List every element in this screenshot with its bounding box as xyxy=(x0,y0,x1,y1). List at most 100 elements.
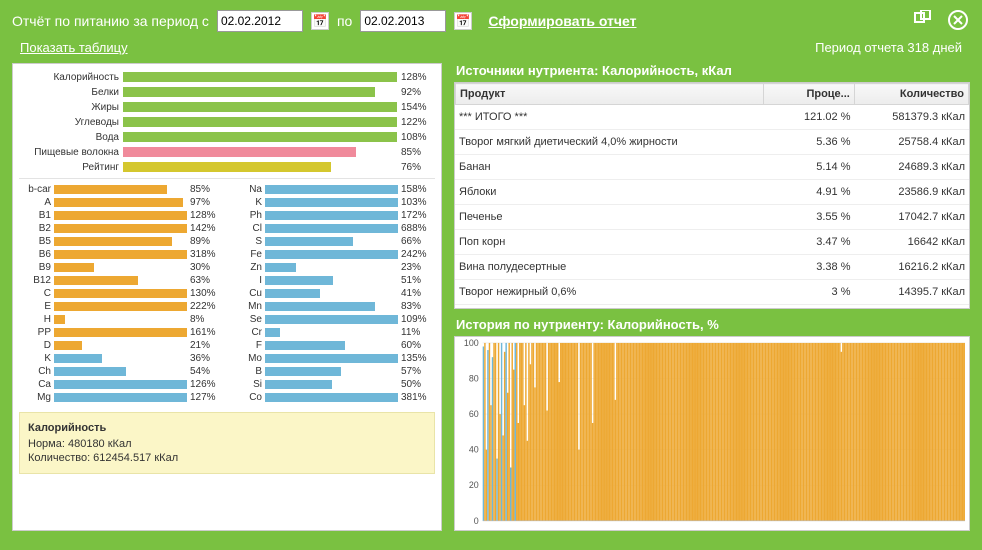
micro-bar-row[interactable]: Cu41% xyxy=(230,287,435,300)
micro-percent: 127% xyxy=(190,392,224,403)
summary-bar-row[interactable]: Жиры154% xyxy=(19,100,435,114)
show-table-link[interactable]: Показать таблицу xyxy=(20,40,128,55)
micro-label: Si xyxy=(230,379,265,390)
micro-fill xyxy=(54,380,187,389)
cell-percent: 121.02 % xyxy=(763,105,854,130)
micro-label: Co xyxy=(230,392,265,403)
micro-bar-row[interactable]: Cr11% xyxy=(230,326,435,339)
table-row[interactable]: Печенье3.55 %17042.7 кКал xyxy=(455,205,969,230)
micro-bar-row[interactable]: K103% xyxy=(230,196,435,209)
cell-qty: 17042.7 кКал xyxy=(855,205,970,230)
summary-bar-row[interactable]: Рейтинг76% xyxy=(19,160,435,174)
cell-product: Вина полудесертные xyxy=(455,255,763,280)
table-row[interactable]: Поп корн3.47 %16642 кКал xyxy=(455,230,969,255)
cell-qty: 581379.3 кКал xyxy=(855,105,970,130)
bar-percent: 122% xyxy=(401,117,435,128)
generate-report-link[interactable]: Сформировать отчет xyxy=(488,13,636,29)
micro-fill xyxy=(265,263,296,272)
micro-percent: 158% xyxy=(401,184,435,195)
date-range-to-label: по xyxy=(337,13,352,29)
info-title: Калорийность xyxy=(28,421,426,435)
micro-label: K xyxy=(230,197,265,208)
micro-bar-row[interactable]: B1263% xyxy=(19,274,224,287)
micro-bar-row[interactable]: B930% xyxy=(19,261,224,274)
micro-fill xyxy=(265,380,332,389)
micro-fill xyxy=(54,393,187,402)
micro-fill xyxy=(265,289,320,298)
micro-bar-row[interactable]: B2142% xyxy=(19,222,224,235)
micro-label: Ca xyxy=(19,379,54,390)
micro-percent: 54% xyxy=(190,366,224,377)
micro-bar-row[interactable]: Ca126% xyxy=(19,378,224,391)
micro-label: PP xyxy=(19,327,54,338)
table-row[interactable]: Банан5.14 %24689.3 кКал xyxy=(455,155,969,180)
cell-percent: 3 % xyxy=(763,280,854,305)
micro-bar-row[interactable]: F60% xyxy=(230,339,435,352)
micro-bar-row[interactable]: S66% xyxy=(230,235,435,248)
micro-label: Se xyxy=(230,314,265,325)
summary-bar-row[interactable]: Белки92% xyxy=(19,85,435,99)
table-row[interactable]: Вина полудесертные3.38 %16216.2 кКал xyxy=(455,255,969,280)
micro-label: Ph xyxy=(230,210,265,221)
micro-bar-row[interactable]: E222% xyxy=(19,300,224,313)
date-to-input[interactable] xyxy=(360,10,446,32)
bar-fill xyxy=(123,147,356,157)
micro-fill xyxy=(54,263,94,272)
micro-bar-row[interactable]: Si50% xyxy=(230,378,435,391)
summary-bar-row[interactable]: Вода108% xyxy=(19,130,435,144)
bar-percent: 85% xyxy=(401,147,435,158)
micro-bar-row[interactable]: PP161% xyxy=(19,326,224,339)
micro-bar-row[interactable]: A97% xyxy=(19,196,224,209)
micro-bar-row[interactable]: K36% xyxy=(19,352,224,365)
table-row[interactable]: *** ИТОГО ***121.02 %581379.3 кКал xyxy=(455,105,969,130)
micro-label: C xyxy=(19,288,54,299)
micro-bar-row[interactable]: B1128% xyxy=(19,209,224,222)
close-icon[interactable] xyxy=(948,10,968,30)
micro-label: B12 xyxy=(19,275,54,286)
micro-bar-row[interactable]: Cl688% xyxy=(230,222,435,235)
micro-bar-row[interactable]: B589% xyxy=(19,235,224,248)
summary-bar-row[interactable]: Калорийность128% xyxy=(19,70,435,84)
micro-bar-row[interactable]: D21% xyxy=(19,339,224,352)
table-row[interactable]: Творог нежирный 0,6%3 %14395.7 кКал xyxy=(455,280,969,305)
nutrient-info-box: Калорийность Норма: 480180 кКал Количест… xyxy=(19,412,435,474)
micro-fill xyxy=(54,198,183,207)
col-quantity[interactable]: Количество xyxy=(854,84,968,105)
cell-qty: 16216.2 кКал xyxy=(855,255,970,280)
micro-bar-row[interactable]: H8% xyxy=(19,313,224,326)
table-row[interactable]: Яблоки4.91 %23586.9 кКал xyxy=(455,180,969,205)
micro-bar-row[interactable]: B6318% xyxy=(19,248,224,261)
micro-bar-row[interactable]: Se109% xyxy=(230,313,435,326)
micro-bar-row[interactable]: I51% xyxy=(230,274,435,287)
micro-label: Cr xyxy=(230,327,265,338)
summary-bar-row[interactable]: Пищевые волокна85% xyxy=(19,145,435,159)
date-from-input[interactable] xyxy=(217,10,303,32)
calendar-to-icon[interactable]: 📅 xyxy=(454,12,472,30)
bar-percent: 108% xyxy=(401,132,435,143)
micro-fill xyxy=(54,354,102,363)
micro-bar-row[interactable]: Ph172% xyxy=(230,209,435,222)
micro-bar-row[interactable]: B57% xyxy=(230,365,435,378)
micro-bar-row[interactable]: b-car85% xyxy=(19,183,224,196)
calendar-from-icon[interactable]: 📅 xyxy=(311,12,329,30)
maximize-icon[interactable] xyxy=(914,10,934,26)
table-row[interactable]: Творог мягкий диетический 4,0% жирности5… xyxy=(455,130,969,155)
micro-fill xyxy=(54,276,138,285)
cell-product: Банан xyxy=(455,155,763,180)
micro-bar-row[interactable]: Co381% xyxy=(230,391,435,404)
micro-bar-row[interactable]: Zn23% xyxy=(230,261,435,274)
micro-label: B6 xyxy=(19,249,54,260)
micro-bar-row[interactable]: Fe242% xyxy=(230,248,435,261)
col-percent[interactable]: Проце... xyxy=(763,84,854,105)
micro-percent: 242% xyxy=(401,249,435,260)
micro-bar-row[interactable]: Mn83% xyxy=(230,300,435,313)
summary-bar-row[interactable]: Углеводы122% xyxy=(19,115,435,129)
micro-bar-row[interactable]: Mg127% xyxy=(19,391,224,404)
micro-bar-row[interactable]: Ch54% xyxy=(19,365,224,378)
col-product[interactable]: Продукт xyxy=(456,84,764,105)
micro-bar-row[interactable]: Mo135% xyxy=(230,352,435,365)
micro-bar-row[interactable]: Na158% xyxy=(230,183,435,196)
micro-bar-row[interactable]: C130% xyxy=(19,287,224,300)
nutrient-chart-panel: Калорийность128%Белки92%Жиры154%Углеводы… xyxy=(12,63,442,531)
micro-percent: 128% xyxy=(190,210,224,221)
